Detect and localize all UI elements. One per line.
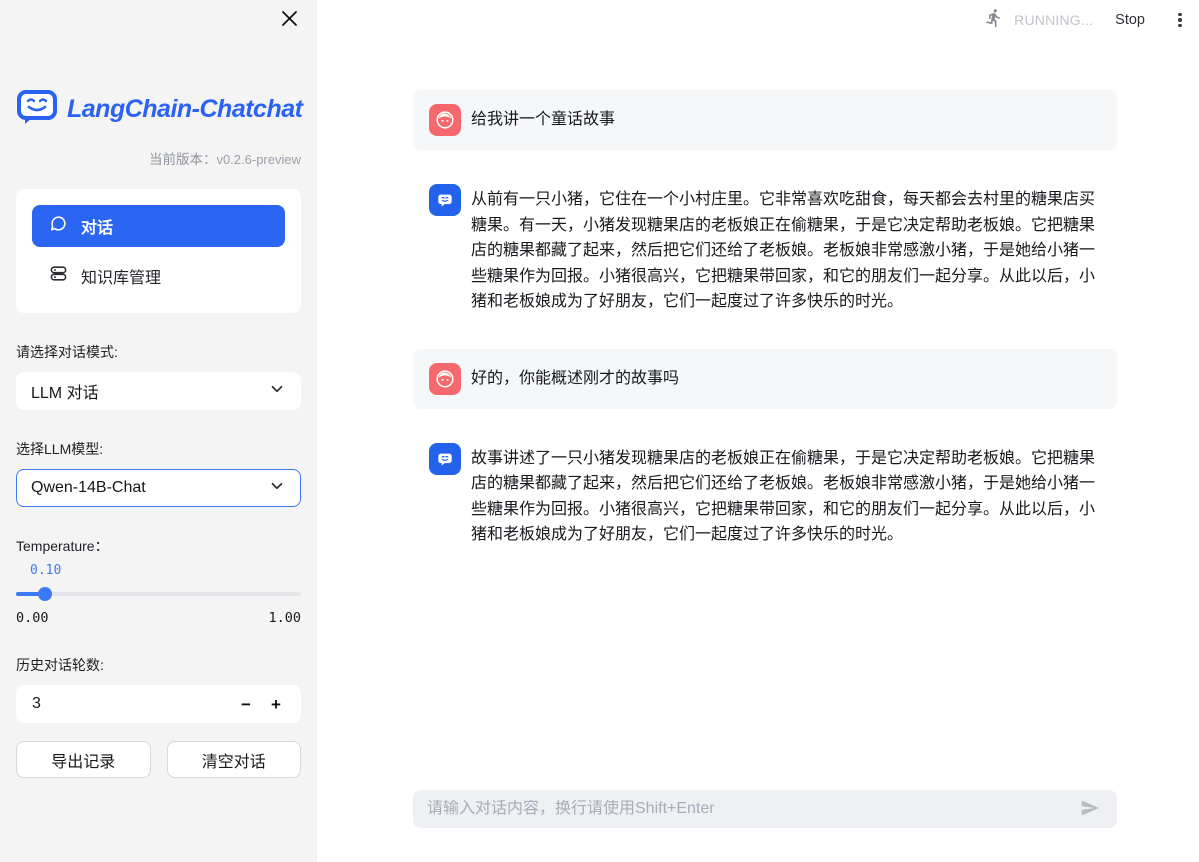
- export-history-button[interactable]: 导出记录: [16, 741, 151, 778]
- history-rounds-value: 3: [32, 695, 231, 713]
- user-avatar-icon: [429, 363, 461, 395]
- temperature-label: Temperature：: [16, 536, 301, 556]
- slider-min: 0.00: [16, 610, 49, 626]
- chat-message-assistant: 从前有一只小猪，它住在一个小村庄里。它非常喜欢吃甜食，每天都会去村里的糖果店买糖…: [413, 178, 1117, 321]
- llm-model-label: 选择LLM模型:: [16, 439, 301, 459]
- chevron-down-icon: [268, 477, 286, 500]
- chat-input-bar: [413, 790, 1117, 828]
- sidebar: LangChain-Chatchat 当前版本：v0.2.6-preview 对…: [0, 0, 317, 862]
- app-logo: LangChain-Chatchat: [16, 88, 301, 131]
- kebab-dot: [1178, 13, 1181, 16]
- chat-message-list: 给我讲一个童话故事 从前有一只小猪，它住在一个小村庄里。它非常喜欢吃甜食，每天都…: [413, 90, 1117, 582]
- chat-message-user: 给我讲一个童话故事: [413, 90, 1117, 150]
- chat-input[interactable]: [427, 800, 1077, 818]
- message-text: 好的，你能概述刚才的故事吗: [471, 366, 679, 392]
- stop-button[interactable]: Stop: [1115, 12, 1145, 28]
- user-avatar-icon: [429, 104, 461, 136]
- menu-item-knowledge-base[interactable]: 知识库管理: [32, 255, 285, 297]
- slider-thumb[interactable]: [38, 587, 52, 601]
- history-rounds-label: 历史对话轮数:: [16, 655, 301, 675]
- send-button[interactable]: [1077, 795, 1103, 824]
- menu-item-label: 对话: [81, 214, 113, 238]
- sidebar-menu: 对话 知识库管理: [16, 189, 301, 313]
- temperature-value: 0.10: [16, 563, 301, 578]
- dialog-mode-value: LLM 对话: [31, 379, 99, 403]
- logo-chat-bubble-icon: [16, 88, 58, 131]
- message-text: 故事讲述了一只小猪发现糖果店的老板娘正在偷糖果，于是它决定帮助老板娘。它把糖果店…: [471, 446, 1101, 548]
- increment-button[interactable]: +: [261, 689, 291, 719]
- kebab-menu-button[interactable]: [1167, 7, 1193, 33]
- history-rounds-input[interactable]: 3 − +: [16, 685, 301, 723]
- status-text: RUNNING...: [1014, 12, 1093, 28]
- dialog-mode-select[interactable]: LLM 对话: [16, 372, 301, 410]
- version-text: 当前版本：v0.2.6-preview: [16, 148, 301, 168]
- slider-range: 0.00 1.00: [16, 610, 301, 626]
- kebab-dot: [1178, 24, 1181, 27]
- main-area: RUNNING... Stop 给我讲一个童话故事: [317, 0, 1199, 862]
- llm-model-value: Qwen-14B-Chat: [31, 479, 146, 497]
- kebab-dot: [1178, 18, 1181, 21]
- chat-message-assistant: 故事讲述了一只小猪发现糖果店的老板娘正在偷糖果，于是它决定帮助老板娘。它把糖果店…: [413, 437, 1117, 554]
- temperature-slider[interactable]: [16, 587, 301, 601]
- top-header: RUNNING... Stop: [984, 0, 1193, 40]
- dialog-mode-label: 请选择对话模式:: [16, 342, 301, 362]
- message-text: 从前有一只小猪，它住在一个小村庄里。它非常喜欢吃甜食，每天都会去村里的糖果店买糖…: [471, 187, 1101, 315]
- slider-track: [16, 592, 301, 596]
- app-root: LangChain-Chatchat 当前版本：v0.2.6-preview 对…: [0, 0, 1199, 862]
- sidebar-close-button[interactable]: [277, 8, 301, 32]
- send-icon: [1079, 797, 1101, 822]
- llm-model-select[interactable]: Qwen-14B-Chat: [16, 469, 301, 507]
- assistant-avatar-icon: [429, 443, 461, 475]
- message-text: 给我讲一个童话故事: [471, 107, 615, 133]
- menu-item-label: 知识库管理: [81, 264, 161, 288]
- menu-item-dialogue[interactable]: 对话: [32, 205, 285, 247]
- database-icon: [49, 264, 68, 288]
- sidebar-actions: 导出记录 清空对话: [16, 741, 301, 778]
- clear-chat-button[interactable]: 清空对话: [167, 741, 302, 778]
- chevron-down-icon: [268, 380, 286, 403]
- decrement-button[interactable]: −: [231, 689, 261, 719]
- assistant-avatar-icon: [429, 184, 461, 216]
- logo-title: LangChain-Chatchat: [67, 95, 302, 124]
- running-man-icon: [984, 8, 1004, 33]
- slider-max: 1.00: [268, 610, 301, 626]
- chat-message-user: 好的，你能概述刚才的故事吗: [413, 349, 1117, 409]
- chat-bubble-icon: [49, 214, 68, 238]
- close-icon: [281, 10, 298, 30]
